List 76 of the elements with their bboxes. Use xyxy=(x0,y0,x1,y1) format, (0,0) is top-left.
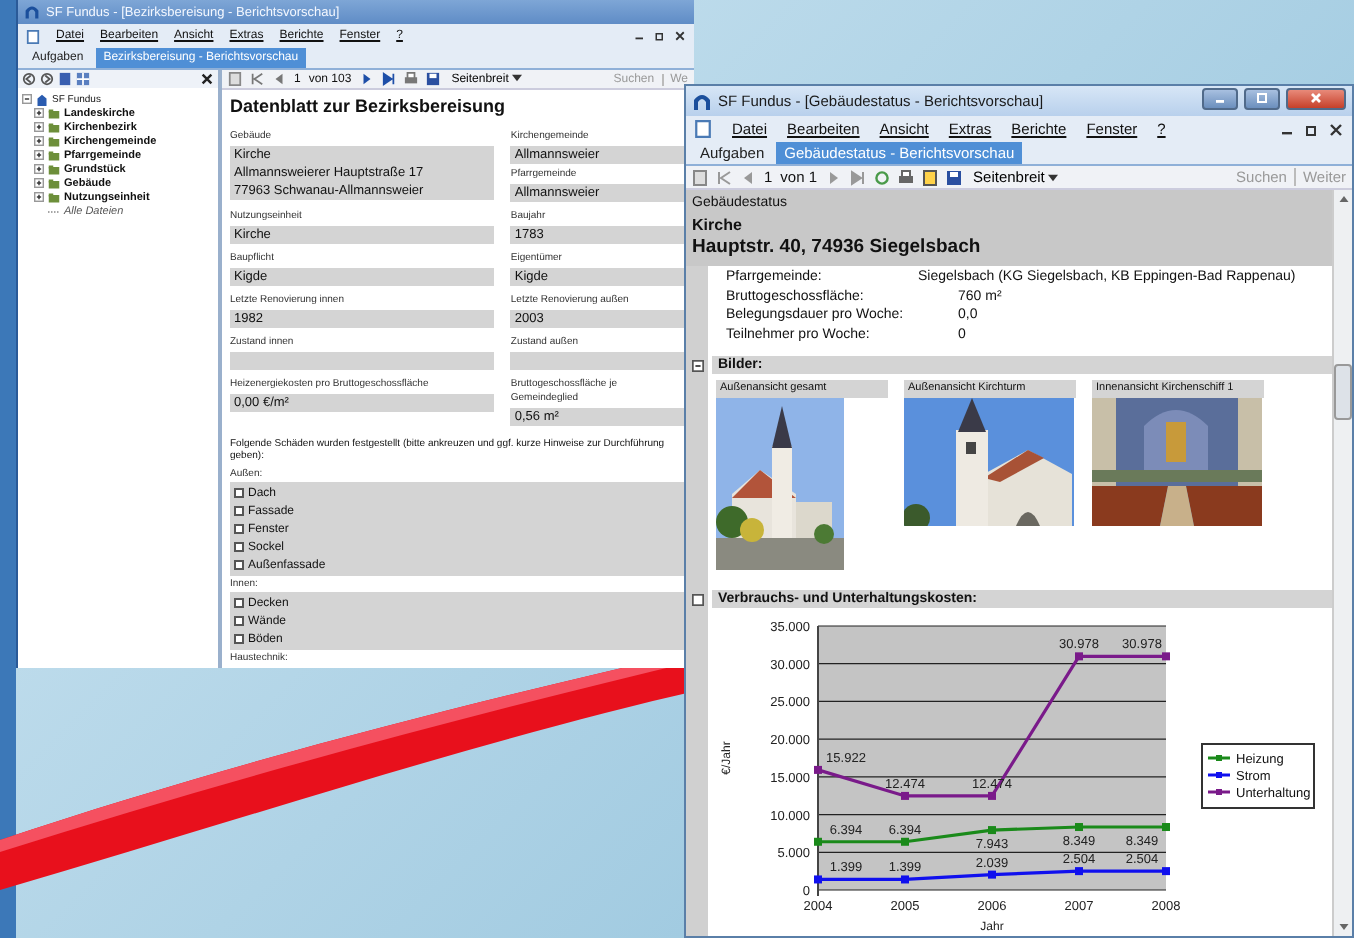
checkbox[interactable] xyxy=(234,506,244,516)
expand-icon[interactable] xyxy=(34,108,44,118)
data-point xyxy=(814,875,822,884)
data-point xyxy=(1162,867,1170,876)
building-address: Hauptstr. 40, 74936 Siegelsbach xyxy=(692,236,983,260)
close-icon[interactable] xyxy=(200,72,214,86)
back-icon[interactable] xyxy=(22,72,36,86)
checkbox[interactable] xyxy=(234,616,244,626)
expand-icon[interactable] xyxy=(34,178,44,188)
data-point xyxy=(901,791,909,800)
house-icon xyxy=(36,93,48,105)
legend-marker xyxy=(1208,755,1230,761)
page-icon[interactable] xyxy=(228,72,242,86)
grid-icon[interactable] xyxy=(76,72,90,86)
close-icon[interactable] xyxy=(1328,121,1344,137)
checkbox[interactable] xyxy=(234,524,244,534)
checkbox[interactable] xyxy=(234,542,244,552)
document-icon[interactable] xyxy=(58,72,72,86)
app-icon xyxy=(24,4,40,20)
close-button[interactable] xyxy=(1286,87,1346,109)
document-icon xyxy=(26,29,40,43)
collapse-icon[interactable] xyxy=(692,359,704,371)
expand-icon[interactable] xyxy=(34,122,44,132)
data-point xyxy=(988,870,996,879)
data-point xyxy=(1075,823,1083,831)
data-point xyxy=(901,875,909,884)
scroll-up-icon[interactable] xyxy=(1337,194,1349,204)
last-page-icon[interactable] xyxy=(381,72,396,86)
expand-icon[interactable] xyxy=(34,164,44,174)
legend-marker xyxy=(1208,772,1230,778)
close-icon xyxy=(1308,90,1324,106)
save-icon[interactable] xyxy=(945,169,962,185)
data-point xyxy=(1162,823,1170,831)
data-point xyxy=(1075,652,1083,661)
expand-icon[interactable] xyxy=(34,192,44,202)
data-point xyxy=(988,826,996,835)
print-icon[interactable] xyxy=(403,72,418,86)
data-point xyxy=(814,765,822,774)
maximize-icon xyxy=(1254,90,1270,106)
report-title: Datenblatt zur Bezirksbereisung xyxy=(230,96,508,116)
scroll-thumb[interactable] xyxy=(1334,364,1352,420)
first-page-icon[interactable] xyxy=(250,72,264,86)
maximize-button[interactable] xyxy=(1244,87,1280,109)
caret-icon xyxy=(1048,174,1059,183)
building-name: Kirche xyxy=(692,214,744,236)
minimize-button[interactable] xyxy=(1202,87,1238,109)
forward-icon[interactable] xyxy=(40,72,54,86)
line-icon xyxy=(48,205,60,217)
save-icon[interactable] xyxy=(425,72,440,86)
collapse-icon[interactable] xyxy=(22,94,32,104)
scroll-down-icon[interactable] xyxy=(1337,922,1349,932)
expand-icon[interactable] xyxy=(34,150,44,160)
refresh-icon[interactable] xyxy=(873,169,890,185)
restore-icon[interactable] xyxy=(1304,121,1320,137)
document-icon xyxy=(694,120,712,138)
page-icon[interactable] xyxy=(692,169,708,185)
data-point xyxy=(901,837,909,846)
legend-box xyxy=(1201,743,1315,809)
checkbox[interactable] xyxy=(234,560,244,570)
checkbox[interactable] xyxy=(234,488,244,498)
expand-icon[interactable] xyxy=(34,136,44,146)
close-icon[interactable] xyxy=(674,30,686,42)
checkbox[interactable] xyxy=(234,598,244,608)
data-point xyxy=(1075,867,1083,876)
data-point xyxy=(988,791,996,800)
data-point xyxy=(814,837,822,846)
first-page-icon[interactable] xyxy=(716,169,732,185)
checkbox[interactable] xyxy=(234,634,244,644)
restore-icon[interactable] xyxy=(654,30,666,42)
page-layout-icon[interactable] xyxy=(921,169,938,185)
print-icon[interactable] xyxy=(897,169,914,185)
scrollbar[interactable] xyxy=(1332,190,1352,936)
legend-marker xyxy=(1208,789,1230,795)
checkbox-icon[interactable] xyxy=(692,593,704,605)
data-point xyxy=(1162,652,1170,661)
app-icon xyxy=(692,91,712,111)
